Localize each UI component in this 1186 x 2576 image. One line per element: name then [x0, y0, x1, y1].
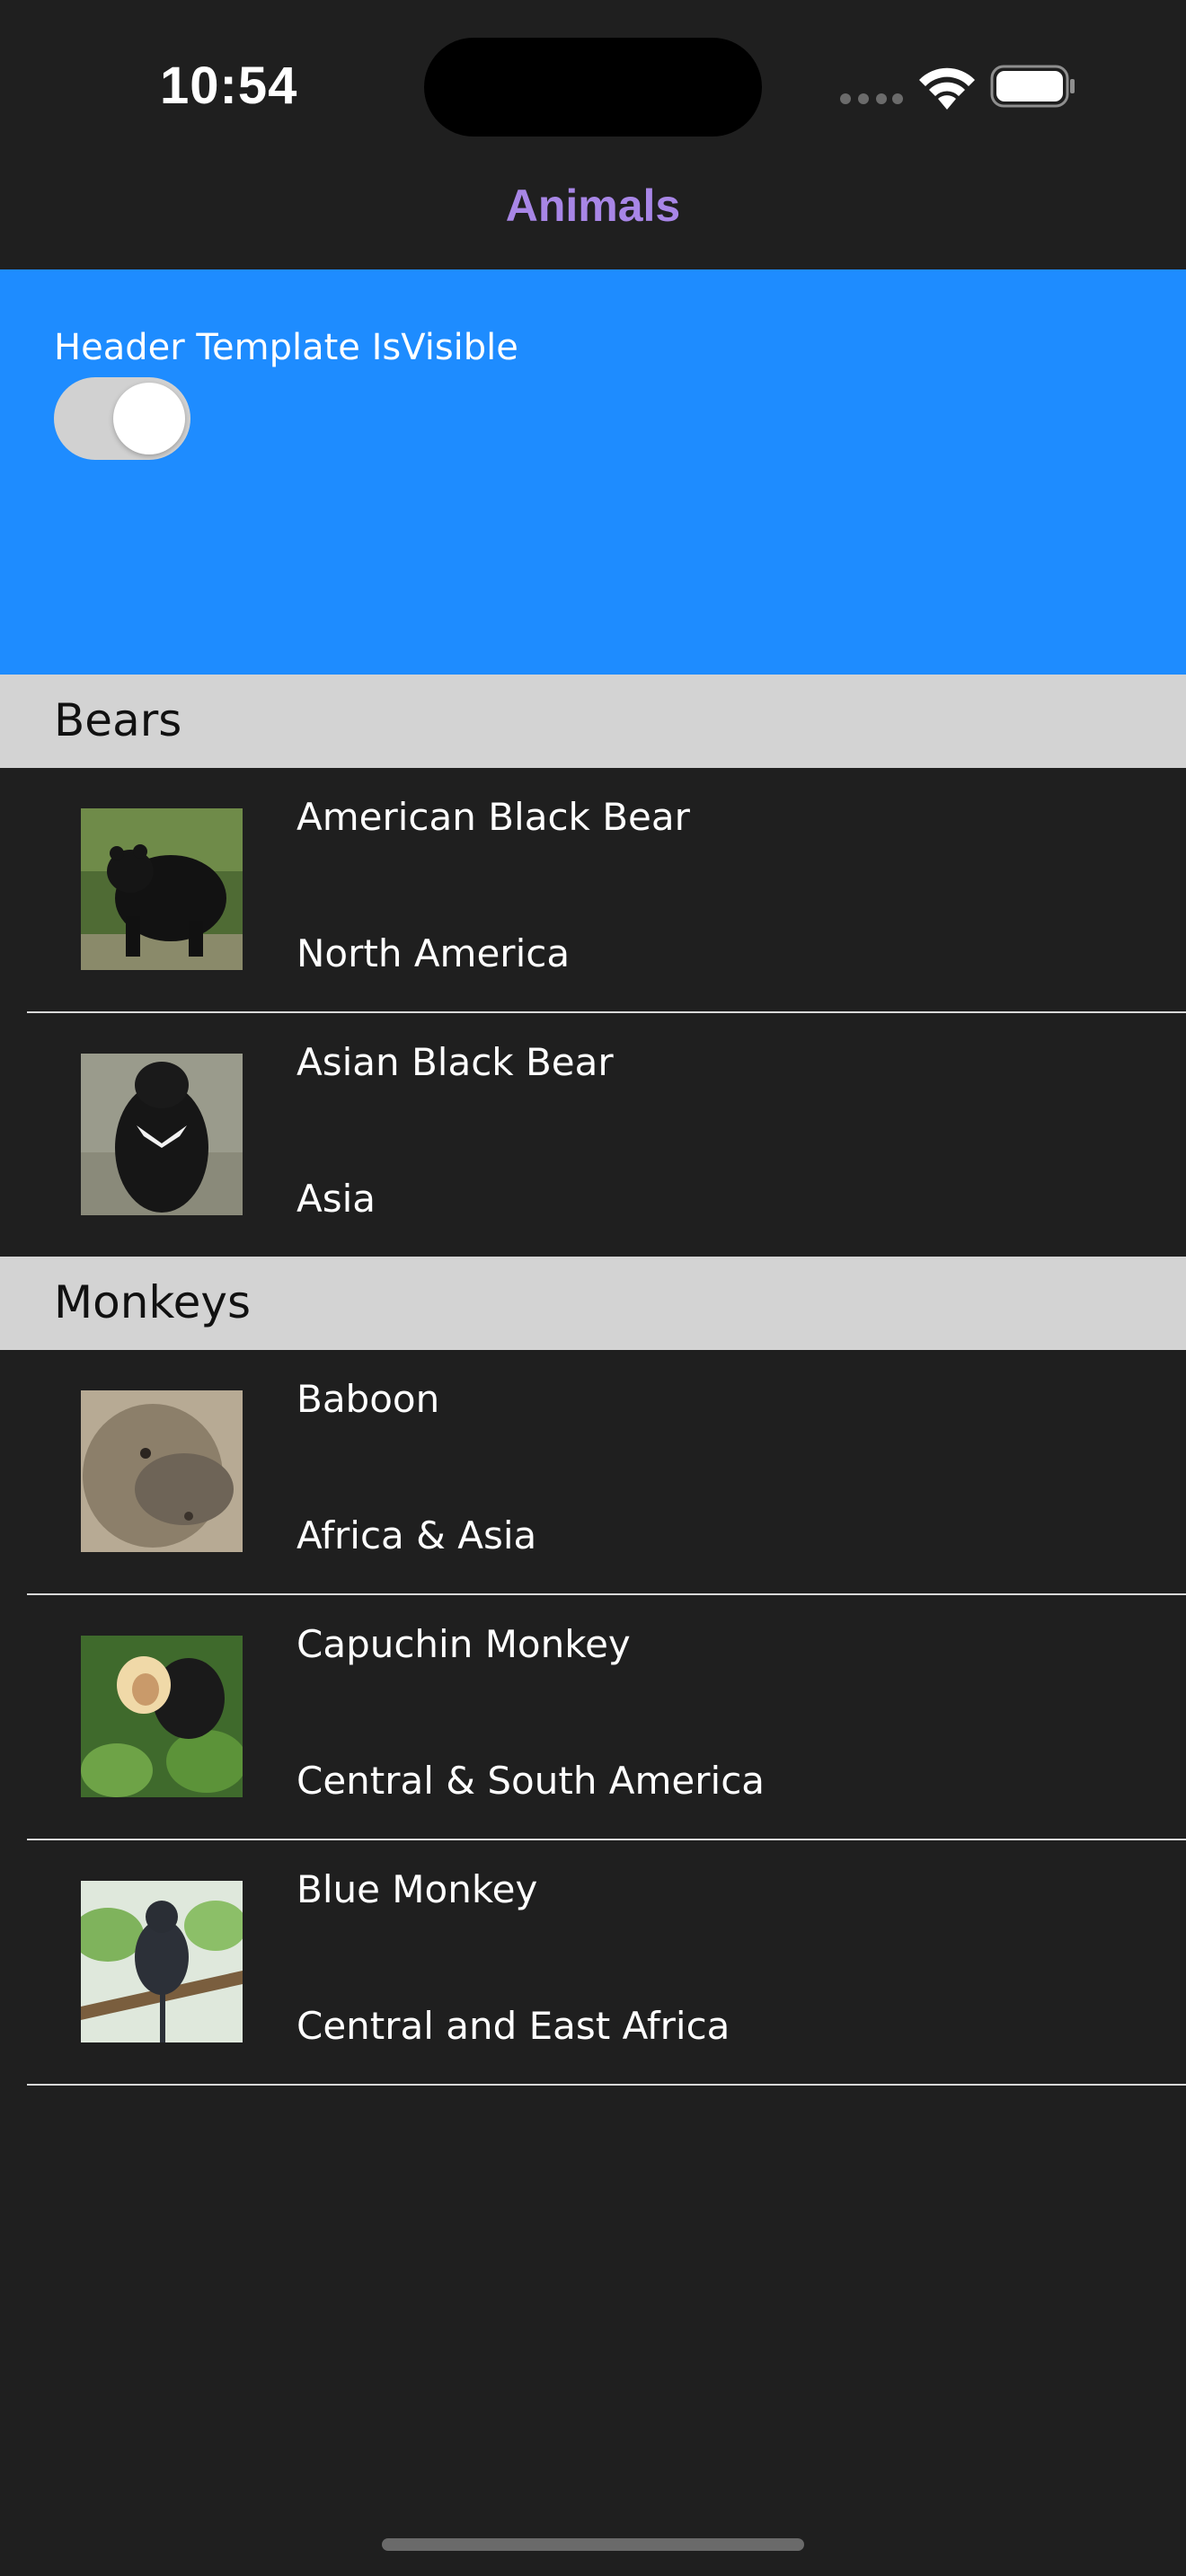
list-item-baboon[interactable]: Baboon Africa & Asia: [0, 1350, 1186, 1595]
group-header-monkeys: Monkeys: [0, 1257, 1186, 1350]
list-item-american-black-bear[interactable]: American Black Bear North America: [0, 768, 1186, 1013]
header-template: Header Template IsVisible: [0, 269, 1186, 675]
list-item-asian-black-bear[interactable]: Asian Black Bear Asia: [0, 1013, 1186, 1258]
row-divider: [27, 2084, 1186, 2086]
item-name: Baboon: [296, 1377, 440, 1421]
baboon-image: [81, 1390, 243, 1552]
item-location: Asia: [296, 1177, 376, 1221]
item-location: Africa & Asia: [296, 1513, 537, 1557]
american-black-bear-image: [81, 808, 243, 970]
home-indicator[interactable]: [382, 2538, 804, 2551]
dynamic-island: [424, 38, 762, 137]
capuchin-monkey-image: [81, 1636, 243, 1797]
page-title: Animals: [505, 181, 681, 231]
item-location: North America: [296, 931, 571, 975]
list-item-blue-monkey[interactable]: Blue Monkey Central and East Africa: [0, 1840, 1186, 2086]
group-header-label: Monkeys: [54, 1276, 251, 1328]
header-visible-label: Header Template IsVisible: [54, 327, 518, 368]
group-header-bears: Bears: [0, 675, 1186, 768]
toggle-knob: [113, 383, 185, 454]
item-location: Central and East Africa: [296, 2004, 730, 2048]
status-bar: 10:54: [0, 0, 1186, 175]
item-name: American Black Bear: [296, 795, 690, 839]
asian-black-bear-image: [81, 1054, 243, 1215]
item-name: Capuchin Monkey: [296, 1622, 631, 1666]
header-visible-toggle[interactable]: [54, 377, 190, 460]
item-name: Blue Monkey: [296, 1867, 538, 1911]
cellular-signal-icon: [840, 93, 903, 106]
battery-icon: [990, 65, 1075, 108]
blue-monkey-image: [81, 1881, 243, 2042]
item-name: Asian Black Bear: [296, 1040, 614, 1084]
item-location: Central & South America: [296, 1759, 766, 1803]
list-item-capuchin-monkey[interactable]: Capuchin Monkey Central & South America: [0, 1595, 1186, 1840]
wifi-icon: [919, 67, 975, 110]
status-time: 10:54: [160, 57, 298, 115]
group-header-label: Bears: [54, 694, 182, 746]
screen: 10:54 Animals Header Template IsVisible …: [0, 0, 1186, 2576]
